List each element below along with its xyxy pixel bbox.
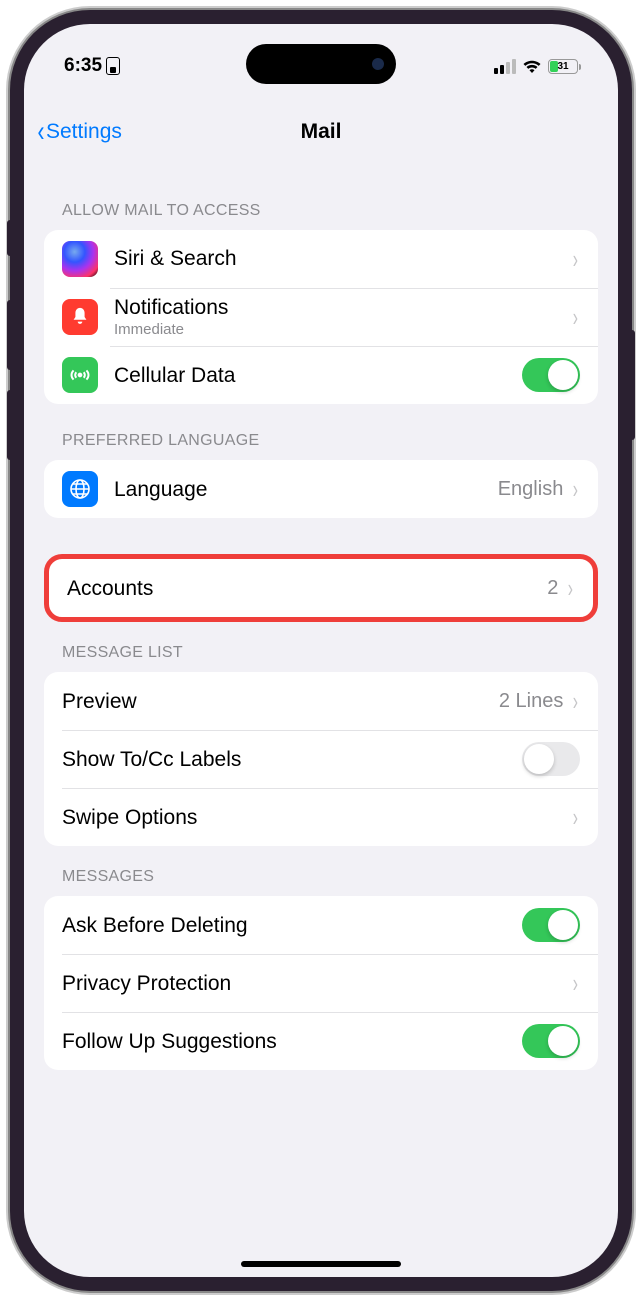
- row-follow-up[interactable]: Follow Up Suggestions: [44, 1012, 598, 1070]
- section-header-language: Preferred Language: [44, 404, 598, 460]
- row-label: Language: [114, 478, 498, 501]
- row-label: Follow Up Suggestions: [62, 1030, 522, 1053]
- chevron-right-icon: ›: [573, 302, 578, 333]
- chevron-right-icon: ›: [573, 686, 578, 717]
- row-notifications[interactable]: Notifications Immediate ›: [44, 288, 598, 346]
- chevron-right-icon: ›: [573, 474, 578, 505]
- row-label: Notifications: [114, 296, 571, 319]
- siri-icon: [62, 241, 98, 277]
- chevron-right-icon: ›: [568, 573, 573, 604]
- chevron-right-icon: ›: [573, 802, 578, 833]
- row-swipe-options[interactable]: Swipe Options ›: [44, 788, 598, 846]
- back-button[interactable]: ‹ Settings: [36, 117, 122, 147]
- row-value: 2: [547, 577, 558, 600]
- cellular-signal-icon: [494, 59, 516, 74]
- group-messages: Ask Before Deleting Privacy Protection ›…: [44, 896, 598, 1070]
- row-label: Preview: [62, 690, 499, 713]
- row-label: Show To/Cc Labels: [62, 748, 522, 771]
- content: Allow Mail to Access Siri & Search › Not…: [24, 174, 618, 1277]
- cellular-icon: [62, 357, 98, 393]
- row-language[interactable]: Language English ›: [44, 460, 598, 518]
- row-subtitle: Immediate: [114, 321, 571, 338]
- row-show-tocc[interactable]: Show To/Cc Labels: [44, 730, 598, 788]
- phone-frame: 6:35 31 ‹ Settings Mail Allo: [10, 10, 632, 1291]
- row-label: Ask Before Deleting: [62, 914, 522, 937]
- ask-delete-toggle[interactable]: [522, 908, 580, 942]
- notifications-icon: [62, 299, 98, 335]
- followup-toggle[interactable]: [522, 1024, 580, 1058]
- nav-bar: ‹ Settings Mail: [24, 104, 618, 160]
- row-value: 2 Lines: [499, 690, 564, 713]
- row-cellular-data[interactable]: Cellular Data: [44, 346, 598, 404]
- row-preview[interactable]: Preview 2 Lines ›: [44, 672, 598, 730]
- row-ask-before-deleting[interactable]: Ask Before Deleting: [44, 896, 598, 954]
- sim-icon: [106, 57, 120, 75]
- row-privacy-protection[interactable]: Privacy Protection ›: [44, 954, 598, 1012]
- chevron-left-icon: ‹: [38, 117, 45, 147]
- row-label: Cellular Data: [114, 364, 522, 387]
- group-message-list: Preview 2 Lines › Show To/Cc Labels Swip…: [44, 672, 598, 846]
- group-language: Language English ›: [44, 460, 598, 518]
- group-access: Siri & Search › Notifications Immediate …: [44, 230, 598, 404]
- group-accounts: Accounts 2 ›: [44, 554, 598, 622]
- dynamic-island: [246, 44, 396, 84]
- row-label: Privacy Protection: [62, 972, 571, 995]
- chevron-right-icon: ›: [573, 968, 578, 999]
- section-header-access: Allow Mail to Access: [44, 174, 598, 230]
- row-label: Siri & Search: [114, 247, 571, 270]
- row-label: Accounts: [67, 577, 547, 600]
- row-value: English: [498, 478, 564, 501]
- globe-icon: [62, 471, 98, 507]
- screen: 6:35 31 ‹ Settings Mail Allo: [24, 24, 618, 1277]
- showtocc-toggle[interactable]: [522, 742, 580, 776]
- chevron-right-icon: ›: [573, 244, 578, 275]
- row-accounts[interactable]: Accounts 2 ›: [49, 559, 593, 617]
- page-title: Mail: [301, 120, 342, 144]
- battery-icon: 31: [548, 59, 578, 74]
- status-time: 6:35: [64, 55, 102, 77]
- row-siri-search[interactable]: Siri & Search ›: [44, 230, 598, 288]
- section-header-messages: Messages: [44, 846, 598, 896]
- back-label: Settings: [46, 120, 122, 144]
- row-label: Swipe Options: [62, 806, 571, 829]
- wifi-icon: [522, 59, 542, 74]
- home-indicator[interactable]: [241, 1261, 401, 1267]
- cellular-toggle[interactable]: [522, 358, 580, 392]
- section-header-message-list: Message List: [44, 622, 598, 672]
